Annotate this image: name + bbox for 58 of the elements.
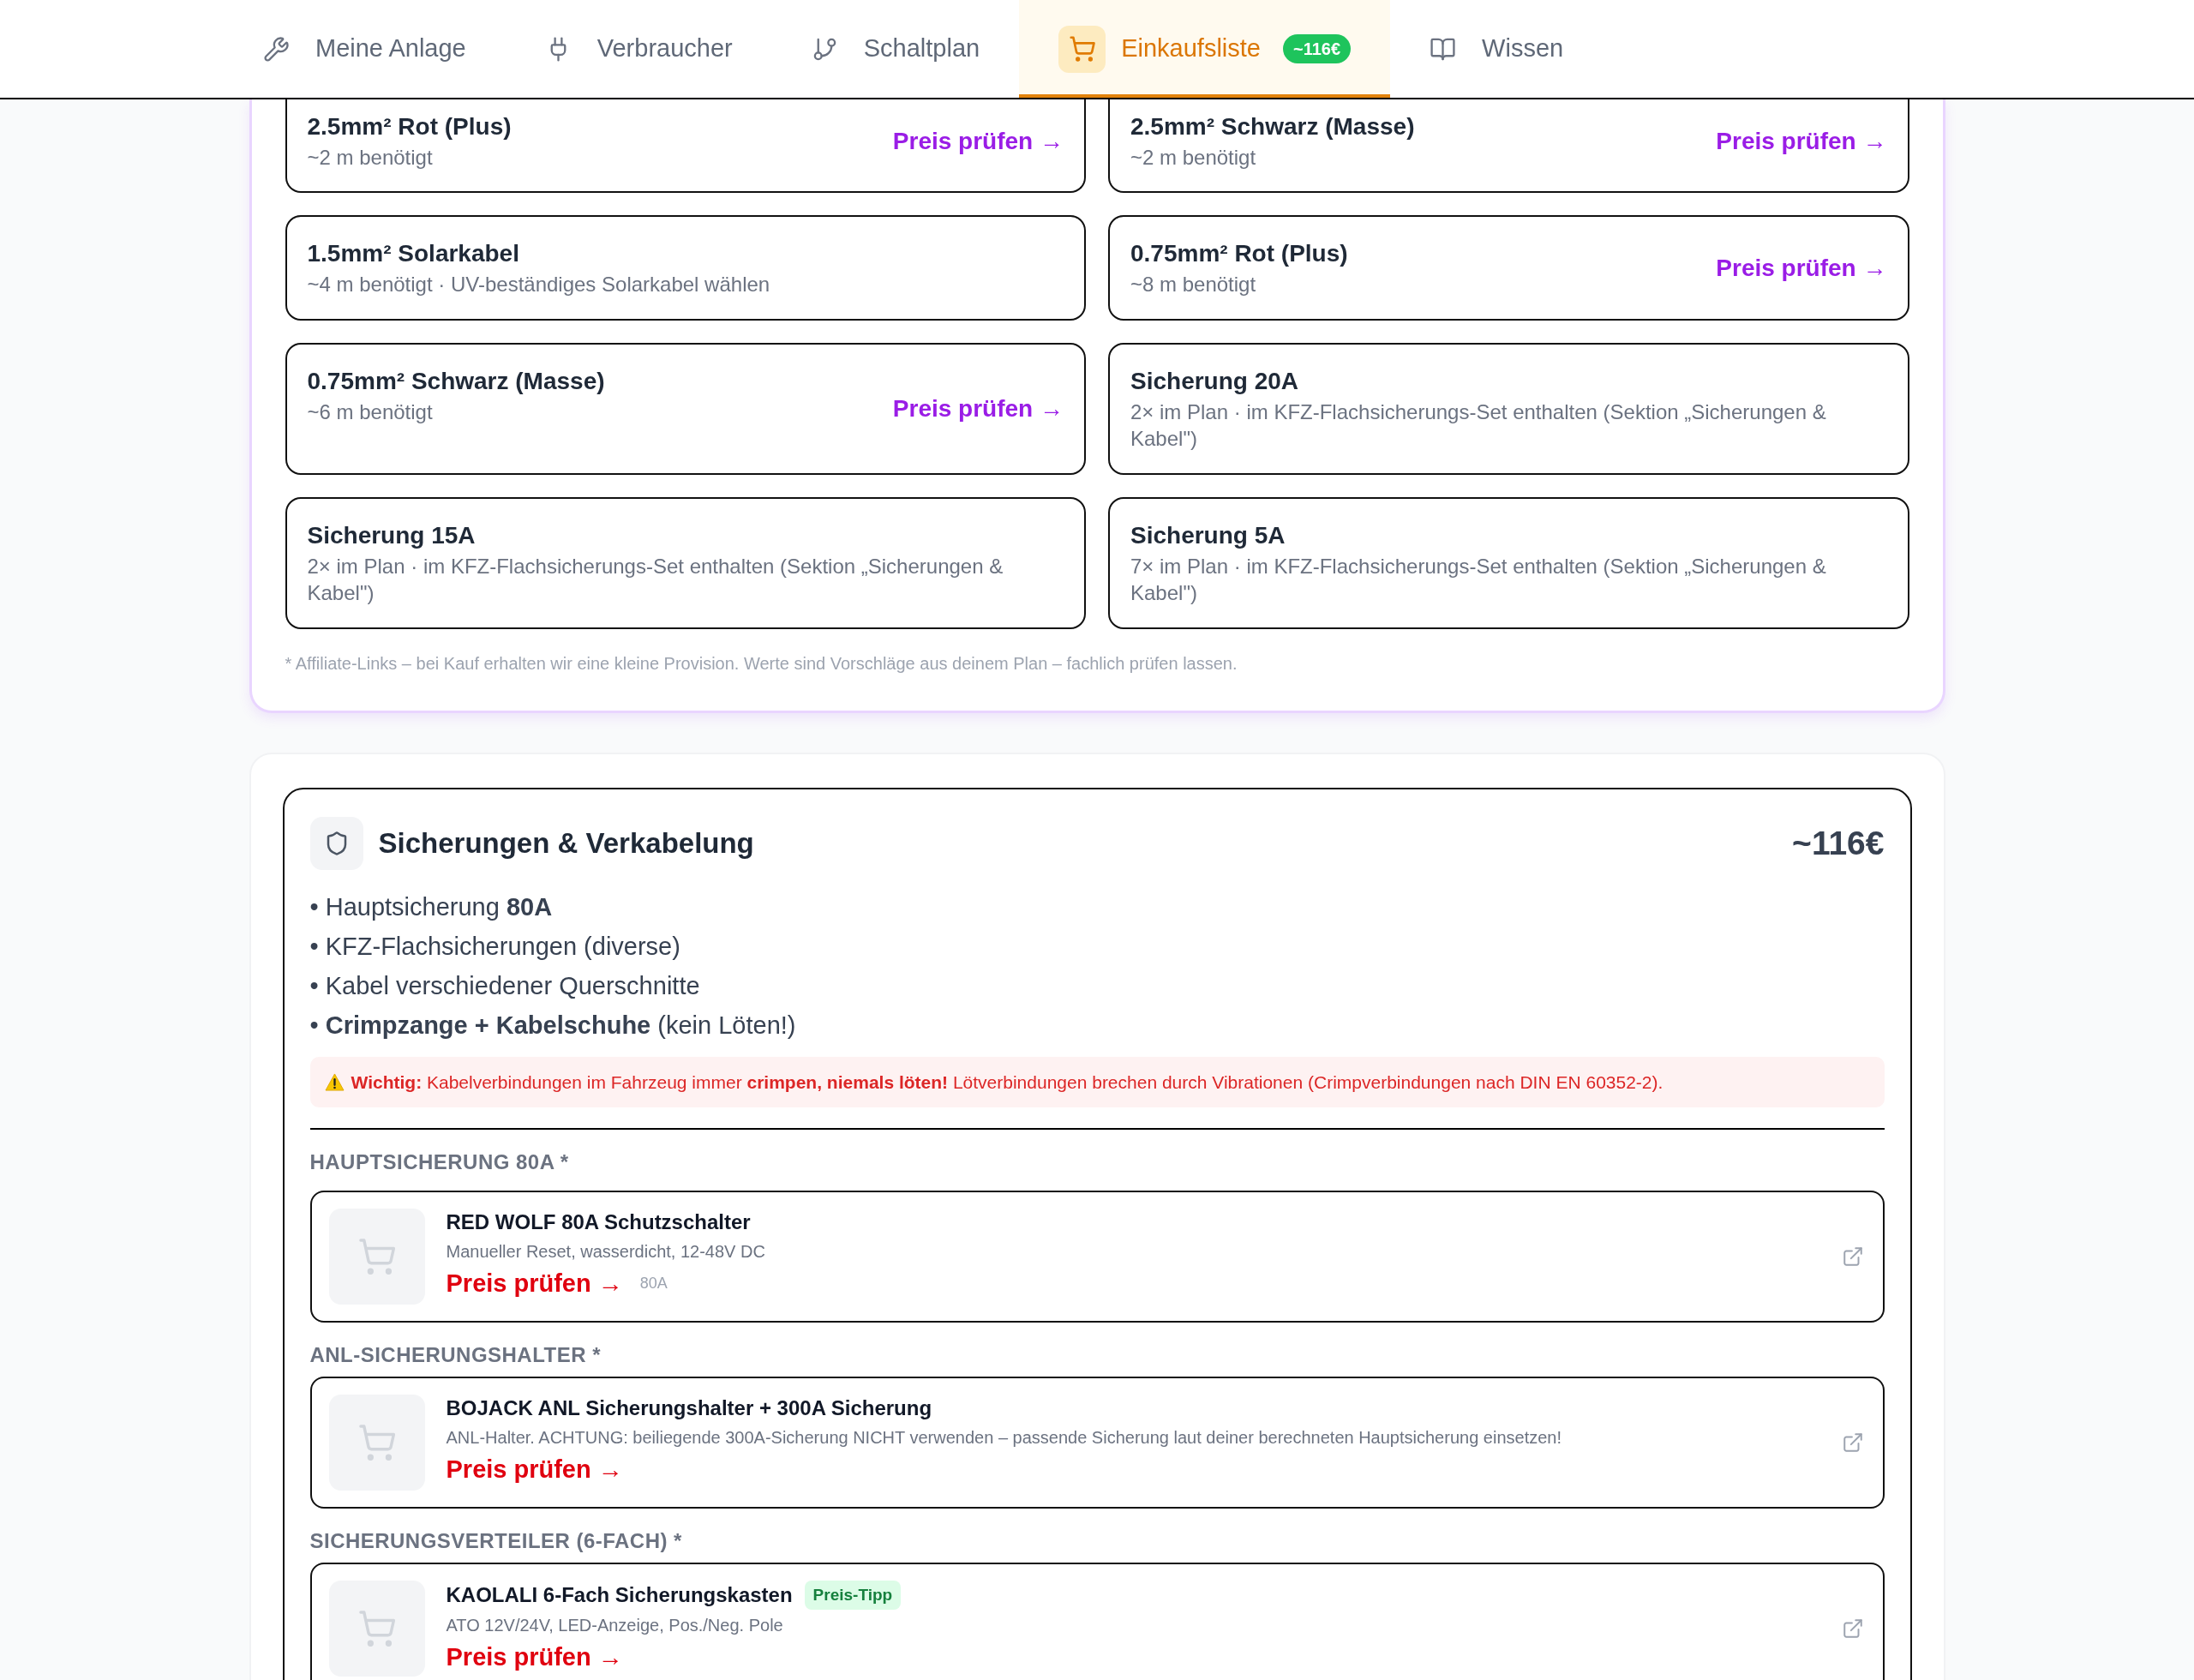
- external-link-icon[interactable]: [1841, 1617, 1864, 1640]
- bullet-text: • KFZ-Flachsicherungen (diverse): [309, 932, 681, 962]
- cart-icon: [357, 1423, 397, 1462]
- group-label: ANL-SICHERUNGSHALTER *: [309, 1342, 602, 1368]
- cable-title: Sicherung 15A: [307, 521, 477, 550]
- shield-icon: [309, 817, 363, 870]
- cart-icon: [1058, 25, 1106, 73]
- external-link-icon[interactable]: [1841, 1245, 1864, 1268]
- price-link[interactable]: Preis prüfen →: [446, 1269, 623, 1297]
- cable-title: 0.75mm² Rot (Plus): [1130, 239, 1348, 268]
- cable-title: Sicherung 20A: [1130, 367, 1300, 396]
- group-label: HAUPTSICHERUNG 80A *: [309, 1149, 570, 1175]
- cart-icon: [357, 1609, 397, 1648]
- group-label: SICHERUNGSVERTEILER (6-FACH) *: [309, 1528, 683, 1554]
- product-description: Manueller Reset, wasserdicht, 12-48V DC: [446, 1241, 766, 1263]
- price-link[interactable]: Preis prüfen →: [892, 123, 1064, 159]
- warning-icon: [324, 1073, 345, 1091]
- product-name: BOJACK ANL Sicherungshalter + 300A Sicherung: [446, 1395, 932, 1421]
- nav-tab[interactable]: Schaltplan: [771, 0, 1020, 98]
- cable-detail: 2× im Plan · im KFZ-Flachsicherungs-Set enthalten (Sektion „Sicherungen & Kabel"): [1130, 399, 1827, 452]
- product-description: ATO 12V/24V, LED-Anzeige, Pos./Neg. Pole: [446, 1615, 784, 1636]
- price-link[interactable]: Preis prüfen →: [446, 1455, 623, 1483]
- footnote: * Affiliate-Links – bei Kauf erhalten wir eine kleine Provision. Werte sind Vorschläge aus deinem Plan – fachlich prüfen lassen.: [285, 653, 1238, 675]
- price-link[interactable]: Preis prüfen →: [1716, 123, 1887, 159]
- product-name: KAOLALI 6-Fach Sicherungskasten: [446, 1582, 793, 1608]
- bullet-text: • Hauptsicherung 80A: [309, 892, 554, 922]
- cable-title: 0.75mm² Schwarz (Masse): [307, 367, 605, 396]
- bullet-text: • Crimpzange + Kabelschuhe (kein Löten!): [309, 1011, 797, 1041]
- product-name: RED WOLF 80A Schutzschalter: [446, 1209, 751, 1235]
- cable-detail: ~4 m benötigt · UV-beständiges Solarkabel wählen: [307, 272, 770, 297]
- product-description: ANL-Halter. ACHTUNG: beiliegende 300A-Sicherung NICHT verwenden – passende Sicherung laut deiner berechneten Hauptsicherung einsetzen!: [446, 1427, 1562, 1449]
- cable-title: Sicherung 5A: [1130, 521, 1286, 550]
- cable-detail: 2× im Plan · im KFZ-Flachsicherungs-Set enthalten (Sektion „Sicherungen & Kabel"): [307, 554, 1004, 606]
- cable-title: 2.5mm² Rot (Plus): [307, 112, 512, 141]
- warning-text: Wichtig: Kabelverbindungen im Fahrzeug immer crimpen, niemals löten! Lötverbindungen brechen durch Vibrationen (Crimpverbindungen nach DIN EN 60352-2).: [351, 1071, 1663, 1094]
- bullet-text: • Kabel verschiedener Querschnitte: [309, 971, 701, 1001]
- price-link[interactable]: Preis prüfen →: [446, 1643, 623, 1671]
- nav-tab[interactable]: Wissen: [1390, 0, 1604, 98]
- cable-detail: ~8 m benötigt: [1130, 272, 1257, 297]
- cable-title: 2.5mm² Schwarz (Masse): [1130, 112, 1415, 141]
- nav-tab[interactable]: Verbraucher: [505, 0, 772, 98]
- cart-icon: [357, 1237, 397, 1276]
- nav-tab[interactable]: Meine Anlage: [224, 0, 506, 98]
- price-link[interactable]: Preis prüfen →: [892, 391, 1064, 427]
- section-price: ~116€: [1792, 823, 1885, 863]
- cable-detail: ~2 m benötigt: [307, 145, 434, 171]
- cable-title: 1.5mm² Solarkabel: [307, 239, 520, 268]
- wrench-icon: [263, 35, 290, 63]
- external-link-icon[interactable]: [1841, 1431, 1864, 1454]
- cable-detail: ~6 m benötigt: [307, 399, 434, 425]
- section-title: Sicherungen & Verkabelung: [378, 826, 754, 861]
- spec-text: 80A: [639, 1273, 668, 1293]
- cable-detail: 7× im Plan · im KFZ-Flachsicherungs-Set enthalten (Sektion „Sicherungen & Kabel"): [1130, 554, 1827, 606]
- nav-tab[interactable]: Einkaufsliste ~116€: [1019, 0, 1391, 98]
- price-link[interactable]: Preis prüfen →: [1716, 249, 1887, 286]
- cable-detail: ~2 m benötigt: [1130, 145, 1257, 171]
- price-badge: ~116€: [1283, 34, 1352, 63]
- tip-badge: Preis-Tipp: [804, 1581, 902, 1610]
